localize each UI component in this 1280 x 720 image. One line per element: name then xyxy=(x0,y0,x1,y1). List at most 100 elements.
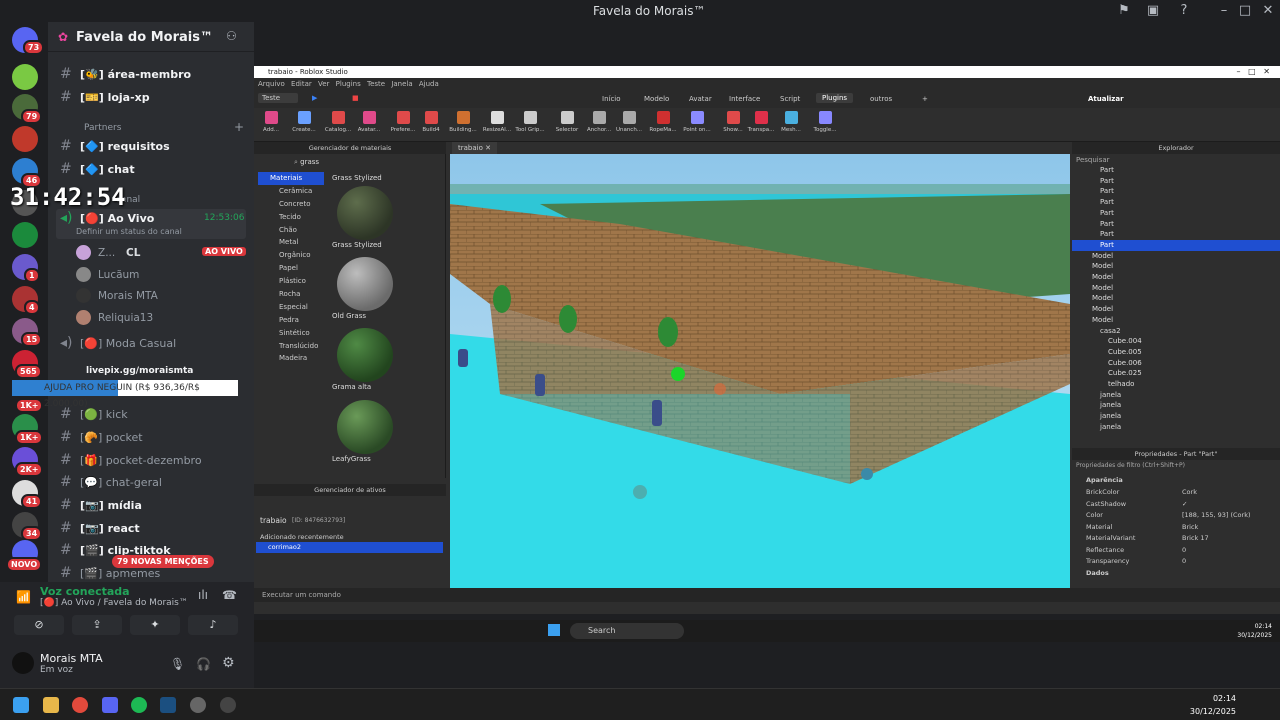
explorer-item[interactable]: casa2 xyxy=(1072,326,1280,337)
tab-avatar[interactable]: Avatar xyxy=(689,95,712,103)
plugin-tool-button[interactable]: Show... xyxy=(718,111,748,133)
menu-ver[interactable]: Ver xyxy=(318,80,329,88)
voice-channel-ao-vivo[interactable]: ◂) [🔴] Ao Vivo 12:53:06 Definir um statu… xyxy=(56,209,246,239)
avatar[interactable] xyxy=(12,652,34,674)
chrome-icon[interactable] xyxy=(72,697,88,713)
plugin-tool-button[interactable]: Tool Grip... xyxy=(515,111,545,133)
add-channel-icon[interactable]: + xyxy=(234,120,244,134)
explorer-item[interactable]: Cube.004 xyxy=(1072,336,1280,347)
tab-add[interactable]: + xyxy=(922,95,928,103)
material-category[interactable]: Concreto xyxy=(258,198,324,211)
discord-icon[interactable] xyxy=(102,697,118,713)
plugin-tool-button[interactable]: ResizeAl... xyxy=(482,111,512,133)
plugin-tool-button[interactable]: Selector xyxy=(552,111,582,133)
property-row[interactable]: CastShadow ✓ xyxy=(1072,499,1280,511)
material-category[interactable]: Sintético xyxy=(258,327,324,340)
steam-icon[interactable] xyxy=(160,697,176,713)
window-controls[interactable]: – □ ✕ xyxy=(1236,66,1270,78)
plugin-tool-button[interactable]: Unanch... xyxy=(614,111,644,133)
tab-script[interactable]: Script xyxy=(780,95,800,103)
camera-button[interactable]: ⊘ xyxy=(14,615,64,635)
server-icon[interactable] xyxy=(12,64,38,90)
plugin-tool-button[interactable]: Point on... xyxy=(682,111,712,133)
plugin-tool-button[interactable]: Anchor... xyxy=(584,111,614,133)
explorer-item[interactable]: Model xyxy=(1072,283,1280,294)
windows-start-icon[interactable] xyxy=(13,697,29,713)
server-icon[interactable] xyxy=(12,222,38,248)
explorer-item[interactable]: janela xyxy=(1072,400,1280,411)
invite-icon[interactable]: ⚇ xyxy=(226,29,237,43)
explorer-item[interactable]: telhado xyxy=(1072,379,1280,390)
material-tile[interactable]: Grama alta xyxy=(332,326,398,394)
property-row[interactable]: Color [188, 155, 93] (Cork) xyxy=(1072,510,1280,522)
channel-react[interactable]: # [📷] react xyxy=(56,519,246,539)
server-header[interactable]: ✿ Favela do Morais™ ⚇ xyxy=(48,22,254,52)
explorer-item[interactable]: Model xyxy=(1072,315,1280,326)
settings-icon[interactable] xyxy=(190,697,206,713)
explorer-item[interactable]: Part xyxy=(1072,239,1280,251)
mode-select[interactable]: Teste xyxy=(258,93,299,103)
update-button[interactable]: Atualizar xyxy=(1088,95,1124,103)
explorer-item[interactable]: Part xyxy=(1072,186,1280,197)
plugin-tool-button[interactable]: Prefere... xyxy=(388,111,418,133)
material-tile[interactable]: LeafyGrass xyxy=(332,398,398,466)
settings-gear-icon[interactable]: ⚙ xyxy=(222,655,235,671)
property-row[interactable]: Reflectance 0 xyxy=(1072,545,1280,557)
material-category[interactable]: Materiais xyxy=(258,172,324,185)
property-row[interactable]: Transparency 0 xyxy=(1072,556,1280,568)
material-category[interactable]: Madeira xyxy=(258,352,324,365)
new-mentions-pill[interactable]: 79 NOVAS MENÇÕES xyxy=(112,555,214,568)
taskbar-search[interactable]: Search xyxy=(570,623,684,639)
material-search-input[interactable]: ⌕ grass xyxy=(294,156,442,168)
explorer-item[interactable]: Cube.006 xyxy=(1072,358,1280,369)
material-category[interactable]: Metal xyxy=(258,236,324,249)
explorer-item[interactable]: Part xyxy=(1072,229,1280,240)
explorer-item[interactable]: Model xyxy=(1072,293,1280,304)
material-category[interactable]: Papel xyxy=(258,262,324,275)
menu-janela[interactable]: Janela xyxy=(391,80,412,88)
tab-outros[interactable]: outros xyxy=(870,95,892,103)
explorer-search-input[interactable]: Pesquisar xyxy=(1076,156,1110,164)
menu-teste[interactable]: Teste xyxy=(367,80,385,88)
property-row[interactable]: BrickColor Cork xyxy=(1072,487,1280,499)
play-icon[interactable]: ▶ xyxy=(312,94,317,102)
explorer-item[interactable]: Model xyxy=(1072,304,1280,315)
plugin-tool-button[interactable]: Mesh... xyxy=(776,111,806,133)
screen-share-button[interactable]: ⇪ xyxy=(72,615,122,635)
explorer-item[interactable]: janela xyxy=(1072,422,1280,433)
explorer-item[interactable]: Part xyxy=(1072,176,1280,187)
plugin-tool-button[interactable]: Add... xyxy=(256,111,286,133)
section-aparencia[interactable]: Aparência xyxy=(1072,475,1280,487)
mic-icon[interactable]: 🎙 xyxy=(170,657,185,671)
minimize-icon[interactable]: – xyxy=(1216,3,1232,19)
material-category[interactable]: Plástico xyxy=(258,275,324,288)
viewport-tab[interactable]: trabaio ✕ xyxy=(452,142,497,154)
maximize-icon[interactable]: □ xyxy=(1237,3,1253,19)
tab-plugins[interactable]: Plugins xyxy=(816,93,854,103)
channel-chat-geral[interactable]: # [💬] chat-geral xyxy=(56,473,246,493)
explorer-item[interactable]: Part xyxy=(1072,165,1280,176)
material-category[interactable]: Tecido xyxy=(258,211,324,224)
explorer-item[interactable]: Part xyxy=(1072,208,1280,219)
screen-icon[interactable]: ▣ xyxy=(1145,3,1161,19)
channel-loja-xp[interactable]: # [🎫] loja-xp xyxy=(56,88,246,108)
explorer-item[interactable]: Model xyxy=(1072,272,1280,283)
menu-ajuda[interactable]: Ajuda xyxy=(419,80,439,88)
material-category[interactable]: Translúcido xyxy=(258,340,324,353)
tab-interface[interactable]: Interface xyxy=(729,95,760,103)
explorer-item[interactable]: janela xyxy=(1072,390,1280,401)
explorer-item[interactable]: Cube.005 xyxy=(1072,347,1280,358)
explorer-item[interactable]: Cube.025 xyxy=(1072,368,1280,379)
plugin-tool-button[interactable]: Transpa... xyxy=(746,111,776,133)
headphones-icon[interactable]: 🎧 xyxy=(196,657,211,671)
channel-pocket-dezembro[interactable]: # [🎁] pocket-dezembro xyxy=(56,451,246,471)
menu-plugins[interactable]: Plugins xyxy=(336,80,361,88)
close-icon[interactable]: ✕ xyxy=(1260,3,1276,19)
material-category[interactable]: Rocha xyxy=(258,288,324,301)
property-row[interactable]: MaterialVariant Brick 17 xyxy=(1072,533,1280,545)
channel-midia[interactable]: # [📷] mídia xyxy=(56,496,246,516)
help-icon[interactable]: ? xyxy=(1176,3,1192,19)
explorer-item[interactable]: Model xyxy=(1072,261,1280,272)
channel-requisitos[interactable]: # [🔷] requisitos xyxy=(56,137,246,157)
asset-item-selected[interactable]: corrimao2 xyxy=(256,542,443,553)
